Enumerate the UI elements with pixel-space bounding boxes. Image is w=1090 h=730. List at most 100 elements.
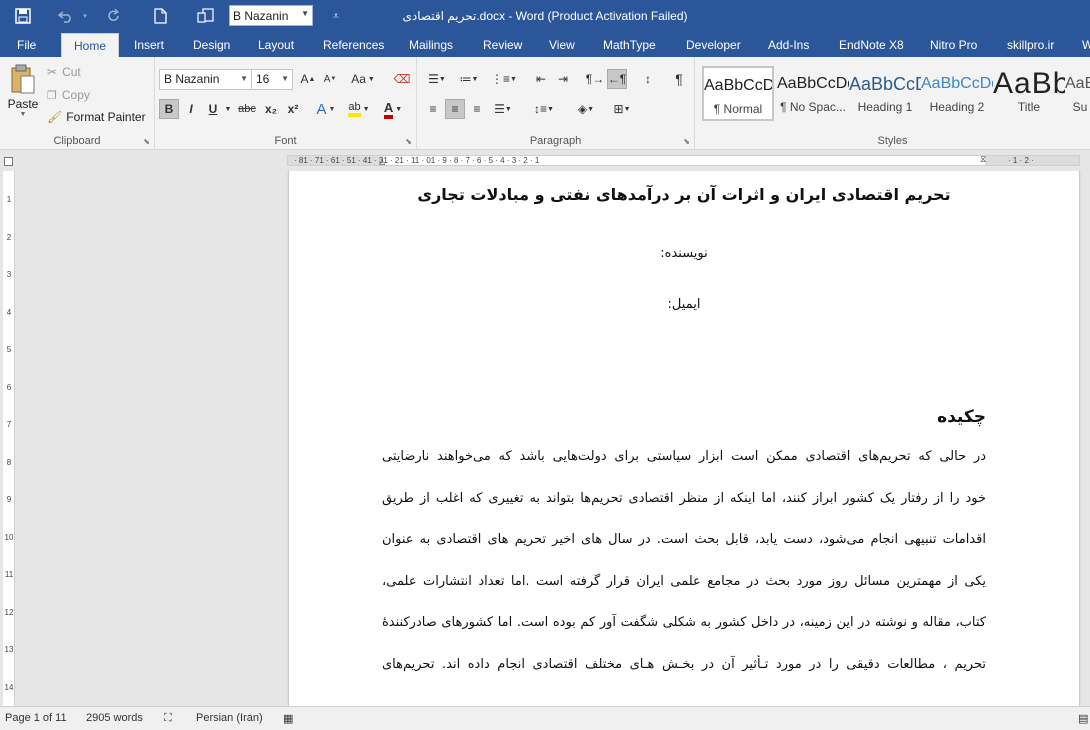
tab-developer[interactable]: Developer [686,33,741,57]
tab-home[interactable]: Home [61,33,119,57]
tab-insert[interactable]: Insert [134,33,164,57]
document-page[interactable]: تحریم اقتصادی ایران و اثرات آن بر درآمده… [288,171,1080,706]
change-case-button[interactable]: Aa ▼ [348,69,378,89]
indent-marker-icon[interactable]: △ [379,157,385,165]
style-sample: AaBbCcDdEe [777,75,849,92]
document-canvas[interactable]: تحریم اقتصادی ایران و اثرات آن بر درآمده… [15,171,1090,706]
body-line: اقدامات تنبیهی انجام می‌شود، دست یابد، ق… [382,532,986,547]
body-line: در حالی که تحریم‌های اقتصادی ممکن است اب… [382,449,986,464]
body-line: کتاب، مقاله و نوشته در این زمینه، در داخ… [382,615,986,630]
style-subtitle[interactable]: AaBbCcDdEe Su [1065,66,1090,121]
align-left-icon[interactable]: ≡ [423,99,443,119]
right-to-left-icon[interactable]: ←¶ [607,69,627,89]
proofing-icon[interactable]: ⛶ [164,712,172,725]
author-label: نویسنده: [660,246,708,261]
tab-overflow[interactable]: W [1082,33,1090,57]
tab-add-ins[interactable]: Add-Ins [768,33,809,57]
justify-button[interactable]: ☰ ▼ [489,99,517,119]
tab-skillpro[interactable]: skillpro.ir [1007,33,1054,57]
font-size-value: 16 [256,72,270,86]
paste-icon [11,64,35,94]
tab-layout[interactable]: Layout [258,33,294,57]
style-normal[interactable]: AaBbCcDdEe ¶ Normal [702,66,774,121]
tab-selector-icon[interactable] [4,157,13,166]
style-no-spacing[interactable]: AaBbCcDdEe ¶ No Spac... [777,66,849,121]
tab-view[interactable]: View [549,33,575,57]
style-sample: AaBbCcDdEe [704,77,772,94]
sort-icon[interactable]: ↕ [638,69,658,89]
multilevel-list-button[interactable]: ⋮≡ ▼ [487,69,521,89]
style-title[interactable]: AaBbCcDdEe Title [993,66,1065,121]
increase-indent-icon[interactable]: ⇥ [553,69,573,89]
horizontal-ruler[interactable]: · 81 · 71 · 61 · 51 · 41 · 31 · 21 · 11 … [287,155,1080,166]
vertical-ruler-tick: 4 [6,307,12,317]
tab-file[interactable]: File [17,33,36,57]
tab-review[interactable]: Review [483,33,522,57]
body-line: یکی از مهمترین مسائل روز مورد بحث در مجا… [382,573,986,589]
view-mode-icon[interactable]: ▤ [1078,712,1088,725]
style-name: Title [1017,100,1041,114]
tab-mathtype[interactable]: MathType [603,33,656,57]
grow-font-icon: A [300,72,309,86]
line-spacing-button[interactable]: ↕≡ ▼ [529,99,559,119]
strikethrough-button[interactable]: abc [235,99,259,119]
tab-nitro-pro[interactable]: Nitro Pro [930,33,977,57]
tab-references[interactable]: References [323,33,384,57]
tab-mailings[interactable]: Mailings [409,33,453,57]
tab-design[interactable]: Design [193,33,230,57]
borders-button[interactable]: ⊞ ▼ [607,99,637,119]
format-painter-button[interactable]: 🖌 Format Painter [47,109,146,125]
paragraph-group: ☰ ▼ ≔ ▼ ⋮≡ ▼ ⇤ ⇥ ¶→ ←¶ ↕ ¶ ≡ ≡ ≡ ☰ ▼ ↕≡ ▼ ◈ ▼ … [417,57,695,150]
shading-button[interactable]: ◈ ▼ [571,99,601,119]
copy-button[interactable]: ❐ Copy [47,87,90,103]
paste-label: Paste [7,97,39,111]
italic-button[interactable]: I [181,99,201,119]
dialog-launcher-icon[interactable]: ⬊ [683,137,690,146]
subscript-button[interactable]: x₂ [261,99,281,119]
paint-bucket-icon: ◈ [577,102,588,116]
superscript-icon: x² [287,102,299,116]
style-heading-1[interactable]: AaBbCcDdEe Heading 1 [849,66,921,121]
grow-font-button[interactable]: A ▲ [298,69,318,89]
chevron-down-icon[interactable]: ▼ [223,99,233,119]
align-right-icon[interactable]: ≡ [467,99,487,119]
vertical-ruler-tick: 3 [6,270,12,279]
bold-button[interactable]: B [159,99,179,119]
shrink-font-button[interactable]: A ▼ [320,69,340,89]
highlight-button[interactable]: ab ▼ [344,99,374,119]
vertical-ruler-tick: 12 [4,607,14,617]
clear-formatting-icon[interactable]: ⌫ [392,69,412,89]
show-formatting-marks-icon[interactable]: ¶ [669,69,689,89]
underline-button[interactable]: U [203,99,223,119]
numbering-button[interactable]: ≔ ▼ [455,69,483,89]
indent-marker-icon[interactable]: ⧖ [980,156,986,165]
dialog-launcher-icon[interactable]: ⬊ [405,137,412,146]
tab-endnote[interactable]: EndNote X8 [839,33,904,57]
word-count[interactable]: 2905 words [86,712,143,724]
font-size-field[interactable]: 16 ▼ [251,69,293,90]
left-to-right-icon[interactable]: ¶→ [585,69,605,89]
page-count[interactable]: Page 1 of 11 [5,712,67,724]
text-effects-button[interactable]: A ▼ [312,99,340,119]
vertical-ruler[interactable]: 123456789101112131415 [3,171,15,706]
cut-button[interactable]: ✂ Cut [47,64,81,80]
chevron-down-icon: ▼ [19,111,27,118]
style-name: Heading 1 [857,100,913,114]
numbering-icon: ≔ [459,72,472,86]
macro-recording-icon[interactable]: ▦ [283,712,293,725]
font-color-button[interactable]: A ▼ [378,99,408,119]
superscript-button[interactable]: x² [283,99,303,119]
decrease-indent-icon[interactable]: ⇤ [531,69,551,89]
style-heading-2[interactable]: AaBbCcDdEe Heading 2 [921,66,993,121]
vertical-ruler-tick: 5 [6,345,12,354]
bullets-button[interactable]: ☰ ▼ [423,69,451,89]
style-sample: AaBbCcDdEe [849,74,921,94]
paste-button[interactable]: Paste ▼ [7,63,39,123]
vertical-ruler-tick: 6 [6,382,12,392]
dialog-launcher-icon[interactable]: ⬊ [143,137,150,146]
bullets-icon: ☰ [428,72,439,86]
font-name-field[interactable]: B Nazanin ▼ [159,69,252,90]
font-group-label: Font [274,135,297,147]
language-indicator[interactable]: Persian (Iran) [196,712,263,724]
align-center-icon[interactable]: ≡ [445,99,465,119]
